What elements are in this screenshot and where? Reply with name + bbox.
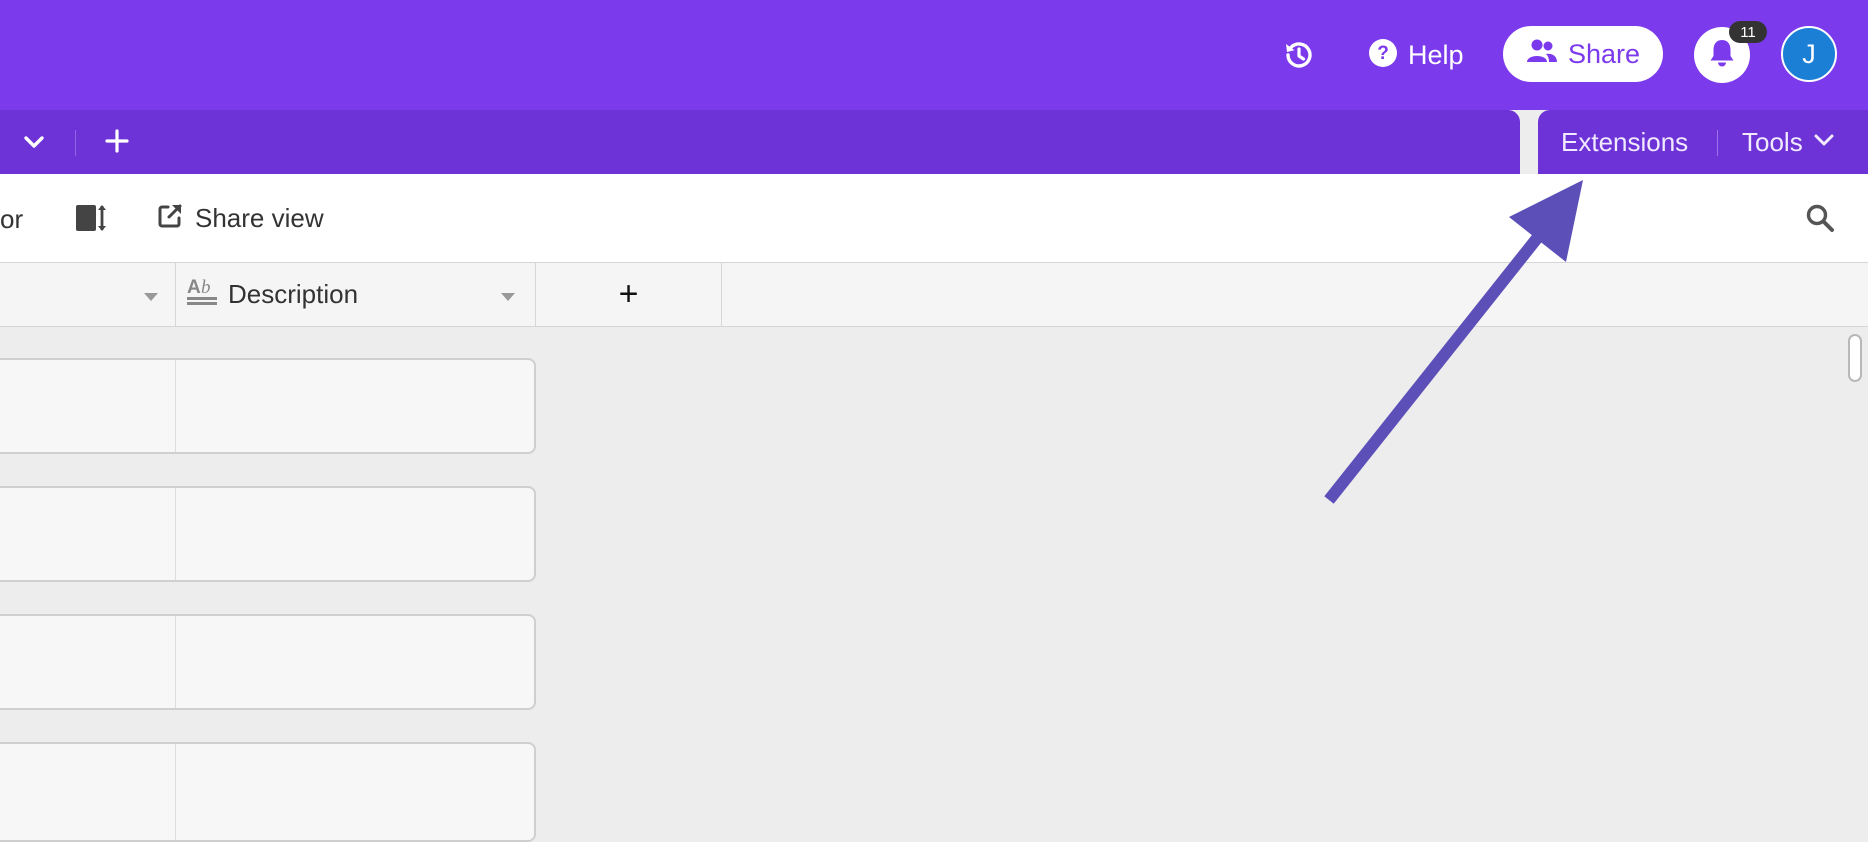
annotation-arrow — [1324, 180, 1583, 504]
